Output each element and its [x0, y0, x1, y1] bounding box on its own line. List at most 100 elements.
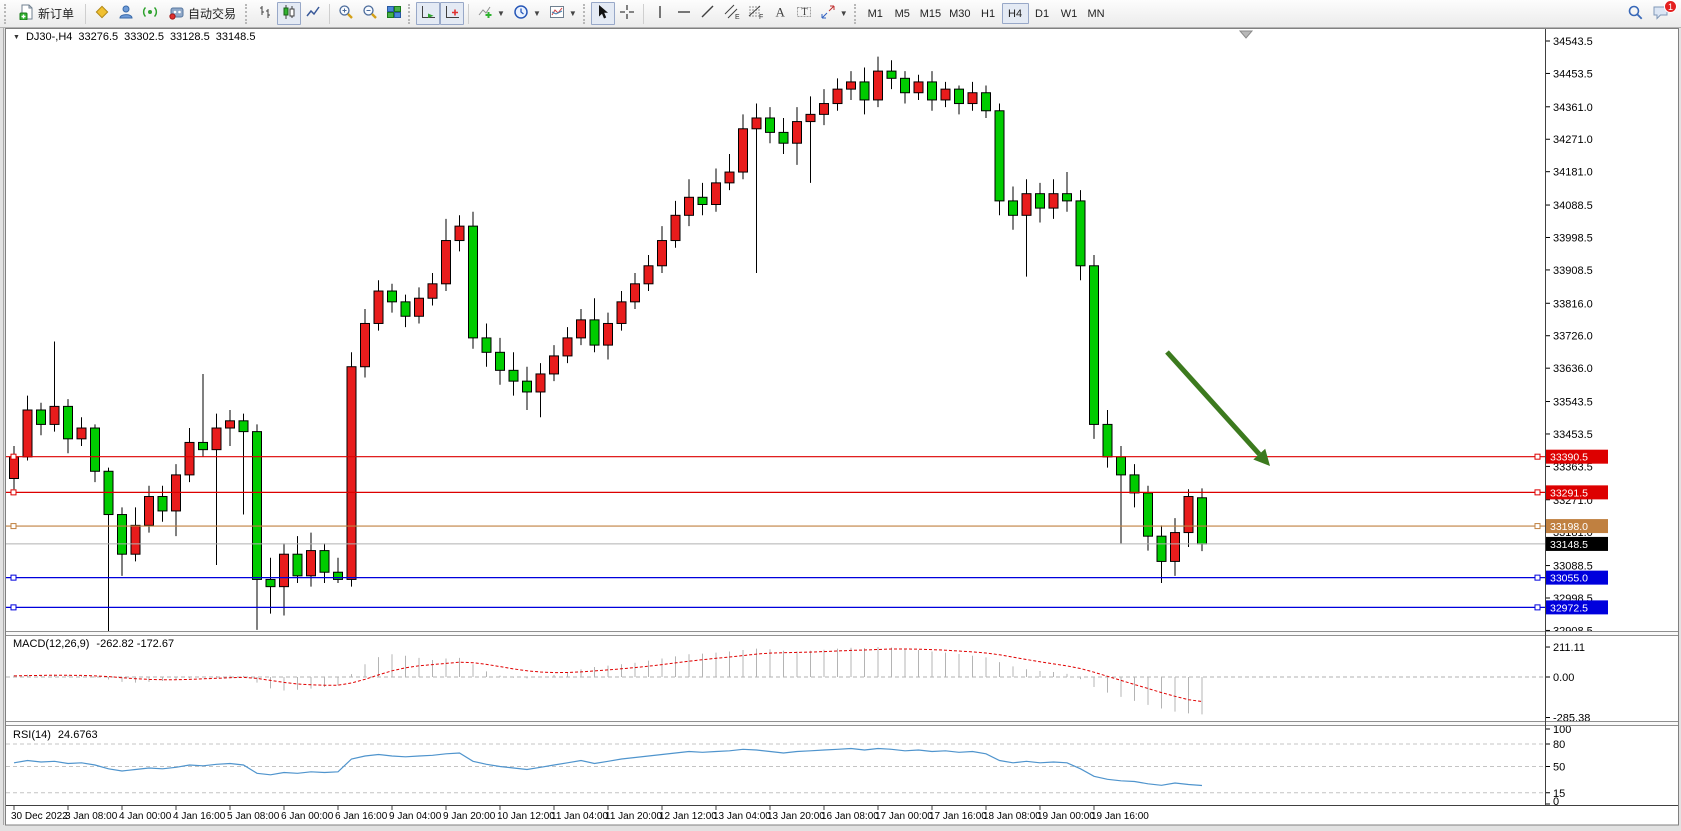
- time-tick-label: 16 Jan 08:00: [821, 811, 879, 822]
- timeframe-h1[interactable]: H1: [975, 3, 1002, 24]
- label-icon: T: [796, 4, 812, 23]
- chart-canvas[interactable]: 34543.534453.534361.034271.034181.034088…: [0, 28, 1681, 831]
- time-tick-label: 19 Jan 00:00: [1037, 811, 1095, 822]
- timeframe-d1[interactable]: D1: [1029, 3, 1056, 24]
- vertical-line-button[interactable]: [648, 2, 672, 25]
- search-button[interactable]: [1623, 2, 1648, 25]
- time-tick-label: 13 Jan 04:00: [713, 811, 771, 822]
- ohlc-high: 33302.5: [124, 31, 164, 43]
- time-tick-label: 13 Jan 20:00: [767, 811, 825, 822]
- price-tick-label: 34088.5: [1553, 200, 1593, 212]
- zoom-out-icon: [362, 4, 378, 23]
- crosshair-button[interactable]: [615, 2, 639, 25]
- time-tick-label: 4 Jan 16:00: [173, 811, 226, 822]
- toolbar-grip[interactable]: [4, 4, 8, 24]
- hline-handle: [11, 605, 16, 610]
- periods-button[interactable]: ▼: [509, 2, 545, 25]
- svg-text:33055.0: 33055.0: [1550, 573, 1588, 585]
- indicators-button[interactable]: ▼: [473, 2, 509, 25]
- chart-dropdown-icon[interactable]: ▼: [13, 34, 20, 41]
- auto-scroll-button[interactable]: [416, 2, 440, 25]
- profiles-button[interactable]: [114, 2, 138, 25]
- time-tick-label: 3 Jan 08:00: [65, 811, 118, 822]
- timeframe-m15[interactable]: M15: [916, 3, 945, 24]
- rsi-name: RSI(14): [13, 729, 51, 741]
- horizontal-line-button[interactable]: [672, 2, 696, 25]
- macd-tick-label: 211.11: [1553, 642, 1585, 654]
- arrows-button[interactable]: ▼: [816, 2, 852, 25]
- tile-windows-button[interactable]: [382, 2, 406, 25]
- toolbar-grip[interactable]: [854, 4, 858, 24]
- timeframe-m30[interactable]: M30: [945, 3, 974, 24]
- time-tick-label: 9 Jan 20:00: [443, 811, 496, 822]
- trendline-button[interactable]: [696, 2, 720, 25]
- profiles-icon: [118, 4, 134, 23]
- timeframe-mn[interactable]: MN: [1083, 3, 1110, 24]
- text-icon: A: [772, 4, 788, 23]
- cursor-button[interactable]: [591, 2, 615, 25]
- trendline-icon: [700, 4, 716, 23]
- time-tick-label: 4 Jan 00:00: [119, 811, 172, 822]
- price-tick-label: 33636.0: [1553, 363, 1593, 375]
- hline-handle: [11, 490, 16, 495]
- hline-handle: [1535, 454, 1540, 459]
- templates-button[interactable]: ▼: [545, 2, 581, 25]
- hline-handle: [1535, 524, 1540, 529]
- svg-text:33148.5: 33148.5: [1550, 539, 1588, 551]
- time-tick-label: 10 Jan 12:00: [497, 811, 555, 822]
- notifications-button[interactable]: 1: [1648, 2, 1673, 25]
- auto-scroll-icon: [420, 4, 436, 23]
- chart-shift-button[interactable]: [440, 2, 464, 25]
- auto-trading-button[interactable]: 自动交易: [162, 2, 243, 25]
- line-chart-icon: [305, 4, 321, 23]
- rsi-tick-label: 80: [1553, 739, 1565, 751]
- timeframe-m5[interactable]: M5: [889, 3, 916, 24]
- zoom-out-button[interactable]: [358, 2, 382, 25]
- toolbar-grip[interactable]: [245, 4, 249, 24]
- equidistant-channel-icon: E: [724, 4, 740, 23]
- signals-button[interactable]: [138, 2, 162, 25]
- time-tick-label: 9 Jan 04:00: [389, 811, 442, 822]
- chart-symbol-period: DJ30-,H4: [26, 31, 72, 43]
- bar-chart-button[interactable]: [253, 2, 277, 25]
- price-tick-label: 34361.0: [1553, 102, 1593, 114]
- toolbar-grip[interactable]: [583, 4, 587, 24]
- timeframe-w1[interactable]: W1: [1056, 3, 1083, 24]
- candlestick-chart-button[interactable]: [277, 2, 301, 25]
- zoom-in-button[interactable]: [334, 2, 358, 25]
- time-tick-label: 5 Jan 08:00: [227, 811, 280, 822]
- line-chart-button[interactable]: [301, 2, 325, 25]
- toolbar-separator: [643, 4, 644, 24]
- time-tick-label: 6 Jan 16:00: [335, 811, 388, 822]
- new-order-icon: [19, 4, 35, 23]
- new-order-button[interactable]: 新订单: [12, 2, 81, 25]
- price-tick-label: 33816.0: [1553, 298, 1593, 310]
- dropdown-caret-icon: ▼: [497, 9, 505, 18]
- timeframe-h4[interactable]: H4: [1002, 3, 1029, 24]
- equidistant-channel-button[interactable]: E: [720, 2, 744, 25]
- dropdown-caret-icon: ▼: [569, 9, 577, 18]
- macd-name: MACD(12,26,9): [13, 638, 89, 650]
- charts-icon: [94, 4, 110, 23]
- rsi-label: RSI(14) 24.6763: [13, 729, 98, 741]
- macd-label: MACD(12,26,9) -262.82 -172.67: [13, 638, 174, 650]
- dropdown-caret-icon: ▼: [840, 9, 848, 18]
- templates-icon: [549, 4, 565, 23]
- hline-handle: [11, 575, 16, 580]
- charts-button[interactable]: [90, 2, 114, 25]
- time-tick-label: 17 Jan 16:00: [929, 811, 987, 822]
- rsi-tick-label: 0: [1553, 796, 1559, 808]
- toolbar: 新订单 自动交易 ▼ ▼: [0, 0, 1681, 28]
- search-icon: [1627, 4, 1644, 24]
- new-order-label: 新订单: [38, 5, 74, 22]
- svg-text:33291.5: 33291.5: [1550, 487, 1588, 499]
- text-button[interactable]: A: [768, 2, 792, 25]
- time-tick-label: 11 Jan 20:00: [605, 811, 663, 822]
- timeframe-m1[interactable]: M1: [862, 3, 889, 24]
- fibonacci-button[interactable]: F: [744, 2, 768, 25]
- svg-text:A: A: [775, 5, 785, 20]
- ohlc-open: 33276.5: [78, 31, 118, 43]
- chart-shift-icon: [444, 4, 460, 23]
- label-button[interactable]: T: [792, 2, 816, 25]
- toolbar-grip[interactable]: [408, 4, 412, 24]
